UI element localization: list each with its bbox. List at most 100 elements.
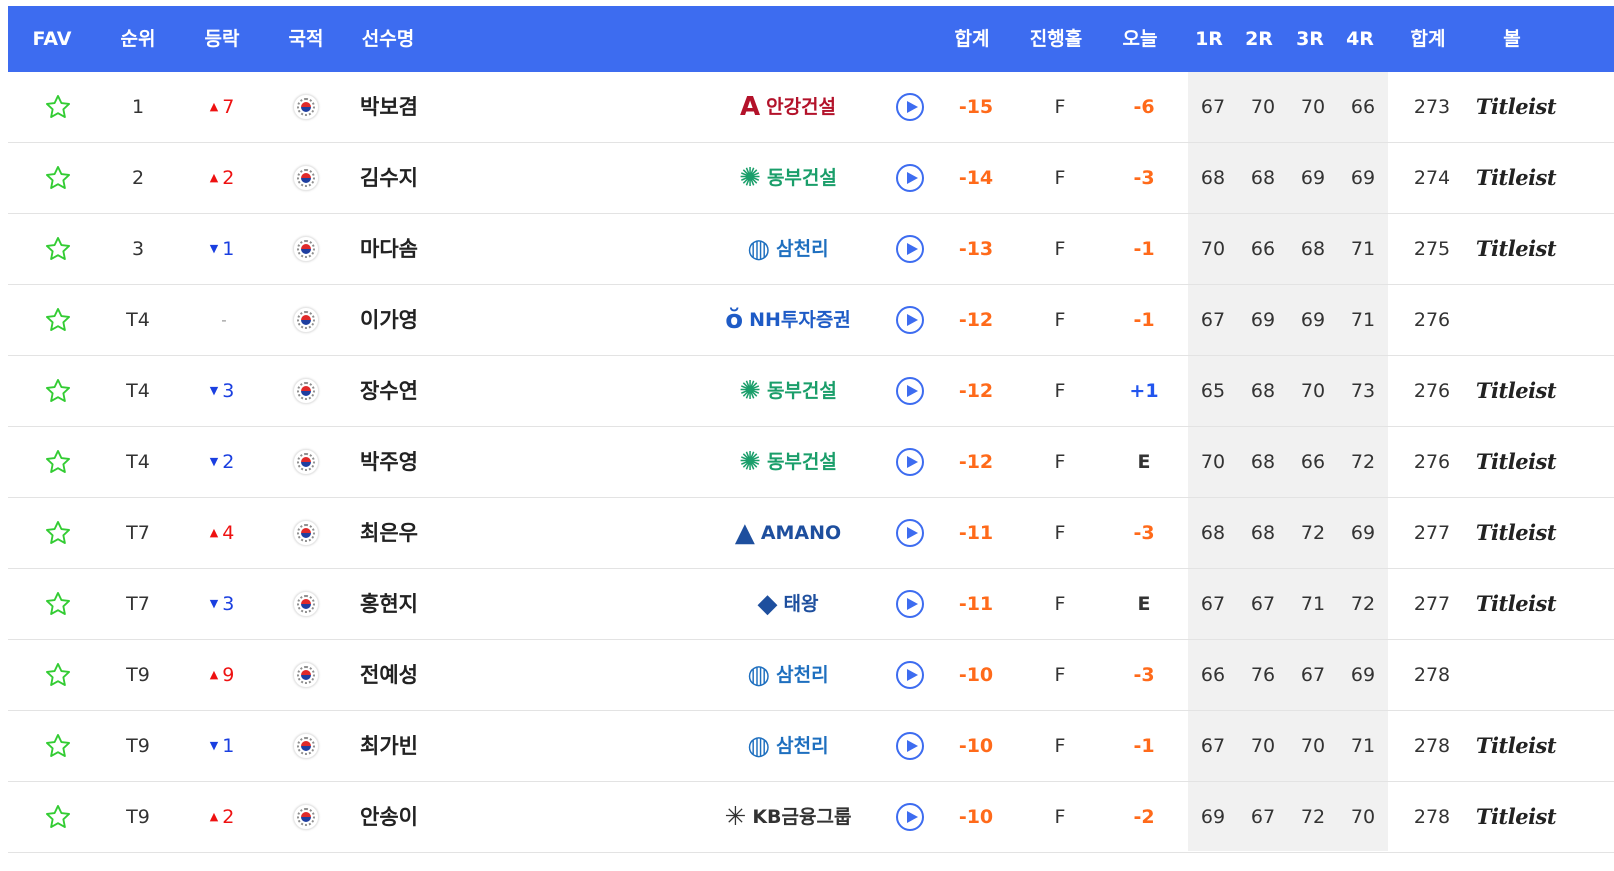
round-4-score: 66 xyxy=(1350,96,1376,118)
round-2-score: 67 xyxy=(1250,806,1276,828)
sponsor-name: 동부건설 xyxy=(766,451,837,473)
round-4-score: 71 xyxy=(1350,735,1376,757)
ball-brand: Titleist xyxy=(1475,733,1557,758)
rank-cell: T7 xyxy=(126,522,150,544)
play-video-button[interactable] xyxy=(880,285,940,355)
favorite-star-icon[interactable] xyxy=(8,285,108,355)
play-icon xyxy=(896,448,924,476)
table-row[interactable]: T4 - 이가영 ŏ NH투자증권 -12 F -1 67 69 69 71 276 xyxy=(8,285,1614,356)
player-name[interactable]: 박주영 xyxy=(360,427,560,497)
play-video-button[interactable] xyxy=(880,498,940,568)
favorite-star-icon[interactable] xyxy=(8,569,108,639)
play-video-button[interactable] xyxy=(880,782,940,852)
ball-brand: Titleist xyxy=(1475,520,1557,545)
favorite-star-icon[interactable] xyxy=(8,72,108,142)
korea-flag-icon xyxy=(264,427,348,497)
player-name[interactable]: 마다솜 xyxy=(360,214,560,284)
play-video-button[interactable] xyxy=(880,72,940,142)
round-1-score: 68 xyxy=(1200,522,1226,544)
favorite-star-icon[interactable] xyxy=(8,356,108,426)
rank-change-value: 3 xyxy=(222,380,235,402)
table-row[interactable]: T7 ▼ 3 홍현지 ◆ 태왕 -11 F E 67 67 71 72 277 Titleist xyxy=(8,569,1614,640)
total-score: -11 xyxy=(958,593,994,615)
round-1-score: 70 xyxy=(1200,238,1226,260)
today-score: E xyxy=(1137,451,1151,473)
header-rank[interactable]: 순위 xyxy=(96,6,180,72)
round-3-score: 69 xyxy=(1300,309,1326,331)
player-name[interactable]: 안송이 xyxy=(360,782,560,852)
header-move[interactable]: 등락 xyxy=(180,6,264,72)
play-video-button[interactable] xyxy=(880,143,940,213)
player-name[interactable]: 장수연 xyxy=(360,356,560,426)
round-3-score: 70 xyxy=(1300,96,1326,118)
korea-flag-icon xyxy=(264,143,348,213)
round-3-score: 68 xyxy=(1300,238,1326,260)
sponsor-name: 동부건설 xyxy=(766,380,837,402)
ball-brand: Titleist xyxy=(1475,165,1557,190)
play-icon xyxy=(896,590,924,618)
today-score: -1 xyxy=(1133,735,1155,757)
play-video-button[interactable] xyxy=(880,356,940,426)
today-score: E xyxy=(1137,593,1151,615)
favorite-star-icon[interactable] xyxy=(8,427,108,497)
player-name[interactable]: 최은우 xyxy=(360,498,560,568)
total-strokes: 273 xyxy=(1413,96,1451,118)
favorite-star-icon[interactable] xyxy=(8,143,108,213)
table-row[interactable]: 3 ▼ 1 마다솜 ◍ 삼천리 -13 F -1 70 66 68 71 275 Titleist xyxy=(8,214,1614,285)
holes-thru: F xyxy=(1054,664,1066,686)
header-total[interactable]: 합계 xyxy=(930,6,1014,72)
rank-change-value: 1 xyxy=(222,238,235,260)
round-4-score: 71 xyxy=(1350,309,1376,331)
rank-change-value: 7 xyxy=(222,96,235,118)
header-today[interactable]: 오늘 xyxy=(1098,6,1182,72)
player-name[interactable]: 이가영 xyxy=(360,285,560,355)
rank-change: ▲ 7 xyxy=(180,72,264,142)
favorite-star-icon[interactable] xyxy=(8,214,108,284)
table-row[interactable]: 2 ▲ 2 김수지 ✺ 동부건설 -14 F -3 68 68 69 69 274 Titleist xyxy=(8,143,1614,214)
player-name[interactable]: 김수지 xyxy=(360,143,560,213)
sponsor-logo: ŏ NH투자증권 xyxy=(698,285,878,355)
table-row[interactable]: T7 ▲ 4 최은우 ▲ AMANO -11 F -3 68 68 72 69 277 Titleist xyxy=(8,498,1614,569)
total-strokes: 274 xyxy=(1413,167,1451,189)
sponsor-mark-icon: ✺ xyxy=(739,376,761,406)
play-icon xyxy=(896,235,924,263)
play-video-button[interactable] xyxy=(880,214,940,284)
total-score: -14 xyxy=(958,167,994,189)
favorite-star-icon[interactable] xyxy=(8,498,108,568)
round-1-score: 66 xyxy=(1200,664,1226,686)
header-nation: 국적 xyxy=(288,28,324,50)
player-name[interactable]: 홍현지 xyxy=(360,569,560,639)
rank-change-arrow-icon: ▲ xyxy=(209,668,219,681)
table-row[interactable]: T9 ▲ 9 전예성 ◍ 삼천리 -10 F -3 66 76 67 69 278 xyxy=(8,640,1614,711)
header-round-4: 4R xyxy=(1346,28,1374,50)
table-row[interactable]: T9 ▼ 1 최가빈 ◍ 삼천리 -10 F -1 67 70 70 71 278 Titleist xyxy=(8,711,1614,782)
holes-thru: F xyxy=(1054,735,1066,757)
play-video-button[interactable] xyxy=(880,711,940,781)
play-icon xyxy=(896,93,924,121)
play-video-button[interactable] xyxy=(880,427,940,497)
table-row[interactable]: T4 ▼ 2 박주영 ✺ 동부건설 -12 F E 70 68 66 72 276 Titleist xyxy=(8,427,1614,498)
ball-brand xyxy=(1472,285,1560,355)
rank-change-value: - xyxy=(221,311,227,329)
player-name[interactable]: 박보겸 xyxy=(360,72,560,142)
rank-cell: T4 xyxy=(126,309,150,331)
player-name[interactable]: 전예성 xyxy=(360,640,560,710)
favorite-star-icon[interactable] xyxy=(8,782,108,852)
player-name[interactable]: 최가빈 xyxy=(360,711,560,781)
header-player[interactable]: 선수명 xyxy=(348,6,428,72)
favorite-star-icon[interactable] xyxy=(8,711,108,781)
table-row[interactable]: 1 ▲ 7 박보겸 A 안강건설 -15 F -6 67 70 70 66 273 Titleist xyxy=(8,72,1614,143)
play-video-button[interactable] xyxy=(880,569,940,639)
rank-cell: T4 xyxy=(126,451,150,473)
play-video-button[interactable] xyxy=(880,640,940,710)
holes-thru: F xyxy=(1054,238,1066,260)
total-strokes: 276 xyxy=(1413,380,1451,402)
holes-thru: F xyxy=(1054,806,1066,828)
today-score: -3 xyxy=(1133,167,1155,189)
favorite-star-icon[interactable] xyxy=(8,640,108,710)
holes-thru: F xyxy=(1054,96,1066,118)
rank-change: ▼ 2 xyxy=(180,427,264,497)
table-row[interactable]: T4 ▼ 3 장수연 ✺ 동부건설 -12 F +1 65 68 70 73 276 Titleist xyxy=(8,356,1614,427)
round-2-score: 67 xyxy=(1250,593,1276,615)
table-row[interactable]: T9 ▲ 2 안송이 ✳ KB금융그룹 -10 F -2 69 67 72 70 278 Titleist xyxy=(8,782,1614,853)
